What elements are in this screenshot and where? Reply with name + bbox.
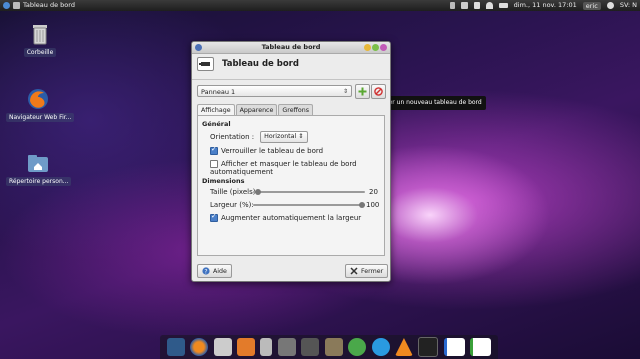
panel-preferences-window: Tableau de bord Tableau de bord Panneau …: [191, 41, 391, 282]
auto-width-checkbox[interactable]: [210, 212, 218, 222]
auto-width-checkbox-row[interactable]: Augmenter automatiquement la largeur: [210, 212, 362, 222]
panel-select[interactable]: Panneau 1 ⇕: [197, 85, 352, 97]
app-menu-icon[interactable]: [3, 2, 10, 9]
messenger-icon[interactable]: [348, 338, 367, 356]
top-panel: Tableau de bord dim., 11 nov. 17:01 eric…: [0, 0, 640, 11]
panel-select-value: Panneau 1: [201, 88, 236, 96]
desktop-icon-label: Répertoire person...: [6, 177, 72, 186]
orientation-select[interactable]: Horizontal ⇕: [260, 131, 308, 143]
writer-icon[interactable]: [443, 338, 465, 356]
svg-text:?: ?: [204, 268, 207, 275]
auto-width-label: Augmenter automatiquement la largeur: [221, 214, 362, 222]
firefox-icon[interactable]: [190, 338, 209, 356]
close-label: Fermer: [361, 267, 384, 275]
settings-icon[interactable]: [213, 338, 232, 356]
desktop-icon-label: Corbeille: [23, 48, 57, 57]
close-x-icon: [350, 267, 358, 275]
keyboard-layout[interactable]: SV: N: [620, 0, 637, 11]
dialog-title: Tableau de bord: [222, 59, 299, 69]
orientation-label: Orientation :: [210, 133, 255, 141]
home-folder-icon: [26, 151, 50, 175]
plus-icon: [358, 87, 367, 96]
section-title-general: Général: [202, 120, 231, 128]
battery-icon[interactable]: [498, 3, 508, 8]
autohide-checkbox[interactable]: [210, 160, 218, 168]
calculator-icon[interactable]: [277, 338, 296, 356]
trash-icon[interactable]: [260, 338, 273, 356]
files-icon[interactable]: [236, 338, 255, 356]
header-divider: [192, 79, 390, 80]
firefox-icon: [26, 87, 50, 111]
minimize-icon[interactable]: [364, 44, 371, 51]
close-icon[interactable]: [380, 44, 387, 51]
remove-panel-button[interactable]: [371, 84, 386, 99]
size-slider[interactable]: [253, 189, 365, 195]
close-button[interactable]: Fermer: [345, 264, 389, 278]
section-title-dimensions: Dimensions: [202, 177, 245, 185]
lock-checkbox-row[interactable]: Verrouiller le tableau de bord: [210, 145, 324, 155]
power-icon[interactable]: [606, 2, 614, 9]
user-menu[interactable]: eric: [582, 1, 601, 10]
width-slider-knob[interactable]: [359, 202, 365, 208]
remove-icon: [374, 87, 383, 96]
gimp-icon[interactable]: [324, 338, 343, 356]
desktop-icon-home[interactable]: Répertoire person...: [6, 151, 72, 186]
wifi-icon[interactable]: [485, 2, 493, 9]
autohide-checkbox-row[interactable]: Afficher et masquer le tableau de bord a…: [210, 160, 384, 176]
autohide-label: Afficher et masquer le tableau de bord a…: [210, 160, 357, 176]
calc-icon[interactable]: [470, 338, 492, 356]
dock: [160, 335, 498, 359]
maximize-icon[interactable]: [372, 44, 379, 51]
width-label: Largeur (%):: [210, 201, 254, 209]
width-slider[interactable]: [253, 202, 365, 208]
clock[interactable]: dim., 11 nov. 17:01: [514, 0, 577, 11]
chevron-updown-icon: ⇕: [342, 88, 348, 95]
panel-icon: [197, 57, 214, 71]
width-value: 100: [366, 201, 380, 209]
chevron-updown-icon: ⇕: [298, 133, 304, 140]
help-icon: ?: [202, 267, 210, 275]
volume-icon[interactable]: [473, 2, 480, 9]
window-title: Tableau de bord: [261, 43, 321, 51]
window-menu-icon[interactable]: [195, 44, 202, 51]
vlc-icon[interactable]: [394, 338, 413, 356]
desktop-icon[interactable]: [166, 338, 185, 356]
desktop-icon-label: Navigateur Web Fir...: [6, 113, 75, 122]
help-label: Aide: [213, 267, 227, 275]
editor-icon[interactable]: [301, 338, 320, 356]
panel-window-icon: [13, 2, 20, 9]
terminal-icon[interactable]: [418, 337, 439, 357]
network-icon[interactable]: [449, 2, 455, 9]
size-slider-knob[interactable]: [255, 189, 262, 195]
taskbar-window-button[interactable]: Tableau de bord: [3, 0, 75, 11]
orientation-value: Horizontal: [264, 133, 297, 140]
orientation-row: Orientation : Horizontal ⇕: [210, 131, 308, 143]
skype-icon[interactable]: [371, 338, 390, 356]
lock-label: Verrouiller le tableau de bord: [221, 147, 324, 155]
mail-icon[interactable]: [460, 2, 468, 9]
size-value: 20: [369, 188, 378, 196]
dialog-header: Tableau de bord: [197, 57, 299, 71]
trash-icon: [28, 22, 52, 46]
tab-content: Général Orientation : Horizontal ⇕ Verro…: [197, 115, 385, 256]
window-titlebar[interactable]: Tableau de bord: [192, 42, 390, 54]
help-button[interactable]: ? Aide: [197, 264, 232, 278]
taskbar-window-title[interactable]: Tableau de bord: [23, 0, 75, 11]
desktop-icon-trash[interactable]: Corbeille: [8, 22, 72, 57]
add-panel-button[interactable]: [355, 84, 370, 99]
lock-checkbox[interactable]: [210, 145, 218, 155]
desktop-icon-firefox[interactable]: Navigateur Web Fir...: [6, 87, 75, 122]
